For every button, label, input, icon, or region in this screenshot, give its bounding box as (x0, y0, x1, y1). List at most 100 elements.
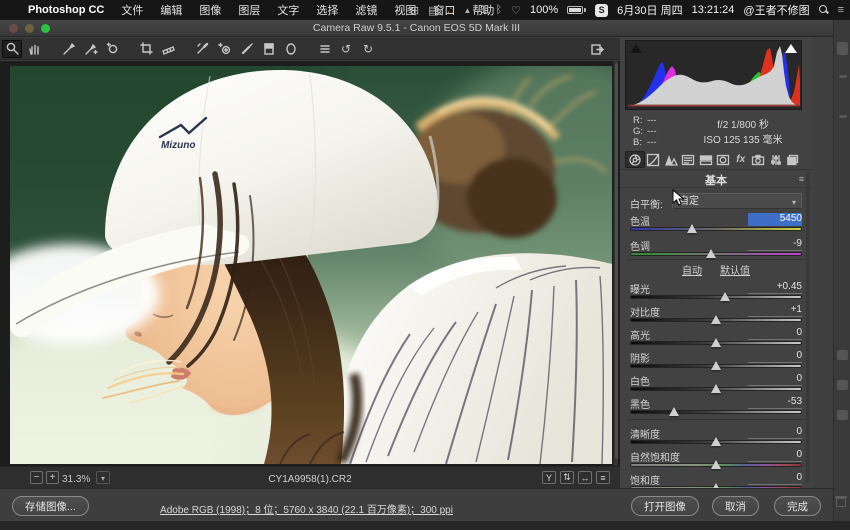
highlight-clipping-icon[interactable] (785, 44, 797, 53)
tab-detail[interactable] (662, 151, 680, 168)
paw-icon[interactable]: ∴ (447, 4, 454, 17)
cancel-button[interactable]: 取消 (712, 496, 759, 516)
panel-scrollbar[interactable] (806, 173, 810, 483)
tab-camera-calibration[interactable] (750, 151, 768, 168)
g-value: --- (647, 126, 657, 137)
white-balance-dropdown[interactable]: 自定 ▾ (672, 193, 802, 209)
white-balance-tool-icon[interactable] (58, 40, 78, 58)
blacks-track[interactable] (630, 410, 802, 414)
menu-select[interactable]: 选择 (316, 2, 338, 18)
preset-list-icon[interactable] (314, 40, 334, 58)
tab-lens-corrections[interactable] (715, 151, 733, 168)
contrast-track[interactable] (630, 318, 802, 322)
highlights-value[interactable]: 0 (748, 327, 802, 340)
screen-record-icon[interactable]: S (595, 4, 608, 17)
menu-filter[interactable]: 滤镜 (355, 2, 377, 18)
image-preview-area[interactable]: Mizuno (0, 61, 620, 466)
before-after-vertical-button[interactable]: ⇅ (560, 471, 574, 484)
targeted-adjustment-tool-icon[interactable] (102, 40, 122, 58)
control-center-icon[interactable]: ≡ (838, 4, 844, 16)
menu-edit[interactable]: 编辑 (160, 2, 182, 18)
before-after-swap-button[interactable]: ↔ (578, 471, 592, 484)
shadow-clipping-icon[interactable] (630, 44, 642, 53)
tab-tone-curve[interactable] (645, 151, 663, 168)
preview-scrollbar[interactable] (613, 61, 618, 466)
tab-presets[interactable] (767, 151, 785, 168)
vibrance-track[interactable] (630, 463, 802, 467)
whites-value[interactable]: 0 (748, 373, 802, 386)
temperature-value[interactable]: 5450 (748, 213, 802, 226)
vibrance-value[interactable]: 0 (748, 449, 802, 462)
shadows-value[interactable]: 0 (748, 350, 802, 363)
contrast-value[interactable]: +1 (748, 304, 802, 317)
open-image-button[interactable]: 打开图像 (631, 496, 699, 516)
trash-icon[interactable] (836, 498, 846, 507)
window-icon[interactable]: ⊞ (410, 4, 419, 17)
app-menu-title[interactable]: Photoshop CC (28, 4, 104, 16)
preview-settings-button[interactable]: ≡ (596, 471, 610, 484)
tab-basic[interactable] (625, 151, 645, 168)
search-icon[interactable] (819, 5, 829, 15)
highlights-track[interactable] (630, 341, 802, 345)
menu-type[interactable]: 文字 (277, 2, 299, 18)
graduated-filter-tool-icon[interactable] (258, 40, 278, 58)
red-eye-tool-icon[interactable] (214, 40, 234, 58)
hand-tool-icon[interactable] (24, 40, 44, 58)
keyboard-icon[interactable]: ▤ (428, 4, 438, 17)
close-window-button[interactable] (9, 24, 18, 33)
chart-icon[interactable]: ▲ (463, 6, 471, 15)
toggle-fullscreen-icon[interactable] (586, 40, 606, 58)
whites-track[interactable] (630, 387, 802, 391)
g-label: G: (633, 126, 647, 137)
menubar-date[interactable]: 6月30日 周四 (617, 2, 682, 18)
dialog-titlebar[interactable]: Camera Raw 9.5.1 - Canon EOS 5D Mark III (0, 20, 833, 37)
battery-icon[interactable] (567, 6, 586, 14)
message-count-icon[interactable]: 1 (480, 4, 486, 16)
photo-canvas[interactable]: Mizuno (10, 66, 612, 464)
menu-layer[interactable]: 图层 (238, 2, 260, 18)
adjustment-brush-tool-icon[interactable] (236, 40, 256, 58)
straighten-tool-icon[interactable] (158, 40, 178, 58)
clarity-track[interactable] (630, 440, 802, 444)
histogram[interactable] (625, 40, 802, 110)
exposure-value[interactable]: +0.45 (748, 281, 802, 294)
radial-filter-tool-icon[interactable] (280, 40, 300, 58)
rotate-right-icon[interactable]: ↻ (358, 40, 378, 58)
tab-hsl-grayscale[interactable] (680, 151, 698, 168)
rotate-left-icon[interactable]: ↺ (336, 40, 356, 58)
histogram-plot (626, 41, 801, 109)
camera-raw-dialog: Camera Raw 9.5.1 - Canon EOS 5D Mark III (0, 20, 833, 521)
temperature-track[interactable] (630, 227, 802, 231)
shadows-track[interactable] (630, 364, 802, 368)
tab-snapshots[interactable] (785, 151, 803, 168)
bluetooth-icon[interactable]: ᛒ (496, 4, 503, 16)
preview-bottom-bar: − + 31.3% ▾ CY1A9958(1).CR2 Y ⇅ ↔ ≡ (0, 466, 620, 488)
mouse-cursor (672, 189, 685, 207)
color-sampler-tool-icon[interactable] (80, 40, 100, 58)
tab-effects[interactable]: fx (732, 151, 750, 168)
done-button[interactable]: 完成 (774, 496, 821, 516)
crop-tool-icon[interactable] (136, 40, 156, 58)
exposure-track[interactable] (630, 295, 802, 299)
saturation-value[interactable]: 0 (748, 472, 802, 485)
tint-track[interactable] (630, 252, 802, 256)
default-link[interactable]: 默认值 (720, 262, 750, 277)
workflow-options-link[interactable]: Adobe RGB (1998)；8 位；5760 x 3840 (22.1 百… (0, 501, 613, 516)
zoom-window-button[interactable] (41, 24, 50, 33)
menubar-clock[interactable]: 13:21:24 (692, 4, 735, 16)
tab-split-toning[interactable] (697, 151, 715, 168)
photo-illustration: Mizuno (10, 66, 612, 464)
blacks-value[interactable]: -53 (748, 396, 802, 409)
preview-toggle-button[interactable]: Y (542, 471, 556, 484)
spot-removal-tool-icon[interactable] (192, 40, 212, 58)
zoom-tool-icon[interactable] (2, 40, 22, 58)
clarity-value[interactable]: 0 (748, 426, 802, 439)
minimize-window-button[interactable] (25, 24, 34, 33)
heart-icon[interactable]: ♡ (511, 4, 521, 17)
tint-value[interactable]: -9 (748, 238, 802, 251)
panel-menu-icon[interactable]: ≡ (799, 174, 804, 184)
menu-image[interactable]: 图像 (199, 2, 221, 18)
menu-file[interactable]: 文件 (121, 2, 143, 18)
slider-exposure: 曝光 +0.45 (630, 281, 802, 303)
auto-link[interactable]: 自动 (682, 262, 702, 277)
